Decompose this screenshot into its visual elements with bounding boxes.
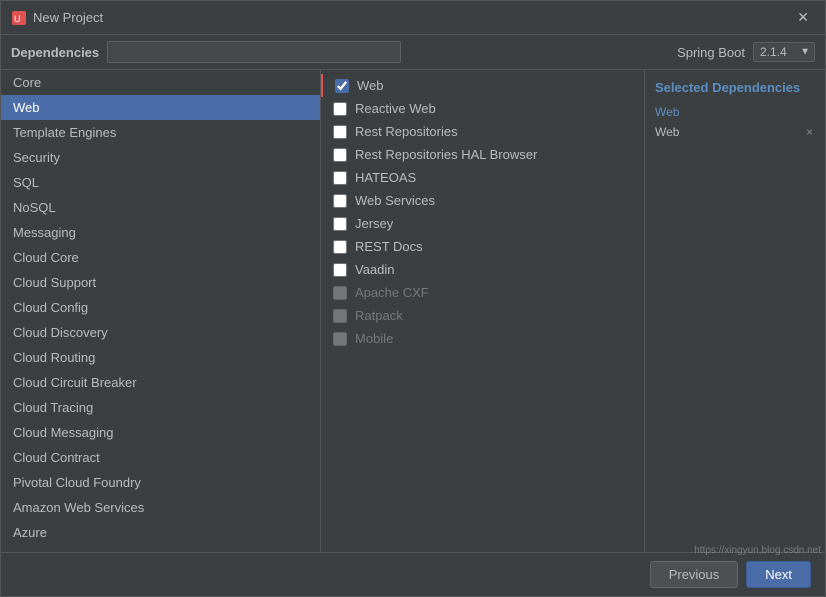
left-panel: CoreWebTemplate EnginesSecuritySQLNoSQLM…: [1, 70, 321, 552]
sidebar-item[interactable]: Template Engines: [1, 120, 320, 145]
sidebar-item[interactable]: Google Cloud Platform: [1, 545, 320, 552]
sidebar-item[interactable]: Pivotal Cloud Foundry: [1, 470, 320, 495]
dependency-checkbox[interactable]: [333, 102, 347, 116]
spring-boot-label: Spring Boot: [677, 45, 745, 60]
dependency-item[interactable]: REST Docs: [321, 235, 644, 258]
sidebar-item[interactable]: Cloud Discovery: [1, 320, 320, 345]
dependency-item: Mobile: [321, 327, 644, 350]
sidebar-item[interactable]: Messaging: [1, 220, 320, 245]
selected-deps-title: Selected Dependencies: [655, 80, 815, 95]
app-icon: U: [11, 10, 27, 26]
selected-dep-item: Web ×: [655, 123, 815, 141]
dependency-checkbox: [333, 309, 347, 323]
new-project-dialog: U New Project ✕ Dependencies Spring Boot…: [0, 0, 826, 597]
selected-dep-name: Web: [655, 125, 679, 139]
spring-boot-select[interactable]: 2.1.4 2.1.3 2.1.2 2.0.9 1.5.19: [753, 42, 815, 62]
previous-button[interactable]: Previous: [650, 561, 739, 588]
sidebar-item[interactable]: Cloud Config: [1, 295, 320, 320]
sidebar-item[interactable]: NoSQL: [1, 195, 320, 220]
search-input[interactable]: [107, 41, 401, 63]
sidebar-item[interactable]: Security: [1, 145, 320, 170]
dependency-checkbox[interactable]: [333, 217, 347, 231]
dependency-checkbox[interactable]: [333, 263, 347, 277]
sidebar-item[interactable]: Cloud Messaging: [1, 420, 320, 445]
dependency-checkbox[interactable]: [333, 125, 347, 139]
sidebar-item[interactable]: Cloud Routing: [1, 345, 320, 370]
dependency-item[interactable]: Rest Repositories HAL Browser: [321, 143, 644, 166]
dependency-label: Rest Repositories HAL Browser: [355, 147, 537, 162]
dependency-label: Rest Repositories: [355, 124, 458, 139]
right-panel: Selected Dependencies Web Web ×: [645, 70, 825, 552]
dependency-item[interactable]: HATEOAS: [321, 166, 644, 189]
main-content: CoreWebTemplate EnginesSecuritySQLNoSQLM…: [1, 70, 825, 552]
sidebar-item[interactable]: Cloud Contract: [1, 445, 320, 470]
dependencies-label: Dependencies: [11, 45, 99, 60]
dependency-label: Web: [357, 78, 384, 93]
next-button[interactable]: Next: [746, 561, 811, 588]
dependency-label: REST Docs: [355, 239, 423, 254]
dependency-item[interactable]: Jersey: [321, 212, 644, 235]
dependency-checkbox[interactable]: [333, 148, 347, 162]
remove-dep-button[interactable]: ×: [804, 125, 815, 139]
dependency-label: Jersey: [355, 216, 393, 231]
dependency-checkbox[interactable]: [333, 171, 347, 185]
sidebar-item[interactable]: Web: [1, 95, 320, 120]
sidebar-item[interactable]: Cloud Core: [1, 245, 320, 270]
footer: Previous Next: [1, 552, 825, 596]
sidebar-item[interactable]: Cloud Support: [1, 270, 320, 295]
dependency-checkbox[interactable]: [333, 240, 347, 254]
dependency-item: Ratpack: [321, 304, 644, 327]
dependency-item: Apache CXF: [321, 281, 644, 304]
selected-dep-category: Web: [655, 105, 815, 119]
dependency-label: Ratpack: [355, 308, 403, 323]
dependency-checkbox: [333, 286, 347, 300]
category-list: CoreWebTemplate EnginesSecuritySQLNoSQLM…: [1, 70, 320, 552]
selected-deps-list: Web ×: [655, 123, 815, 141]
dependency-label: Vaadin: [355, 262, 395, 277]
dependency-item[interactable]: Web Services: [321, 189, 644, 212]
dependency-checkbox[interactable]: [335, 79, 349, 93]
dependency-label: Mobile: [355, 331, 393, 346]
dependency-label: Web Services: [355, 193, 435, 208]
sidebar-item[interactable]: Cloud Circuit Breaker: [1, 370, 320, 395]
dependency-item[interactable]: Web: [321, 74, 644, 97]
title-bar: U New Project ✕: [1, 1, 825, 35]
spring-boot-selector[interactable]: 2.1.4 2.1.3 2.1.2 2.0.9 1.5.19 ▼: [753, 42, 815, 62]
dependency-item[interactable]: Reactive Web: [321, 97, 644, 120]
sidebar-item[interactable]: SQL: [1, 170, 320, 195]
dependency-checkbox: [333, 332, 347, 346]
close-button[interactable]: ✕: [791, 7, 815, 28]
dialog-title: New Project: [33, 10, 103, 25]
dependency-label: Reactive Web: [355, 101, 436, 116]
dependency-label: Apache CXF: [355, 285, 429, 300]
sidebar-item[interactable]: Azure: [1, 520, 320, 545]
dependency-item[interactable]: Rest Repositories: [321, 120, 644, 143]
dependency-item[interactable]: Vaadin: [321, 258, 644, 281]
dependency-checkbox[interactable]: [333, 194, 347, 208]
svg-text:U: U: [14, 14, 21, 24]
dependency-label: HATEOAS: [355, 170, 416, 185]
dependency-list: Web Reactive Web Rest Repositories Rest Rep…: [321, 70, 645, 552]
title-bar-left: U New Project: [11, 10, 103, 26]
sidebar-item[interactable]: Core: [1, 70, 320, 95]
sidebar-item[interactable]: Amazon Web Services: [1, 495, 320, 520]
sidebar-item[interactable]: Cloud Tracing: [1, 395, 320, 420]
